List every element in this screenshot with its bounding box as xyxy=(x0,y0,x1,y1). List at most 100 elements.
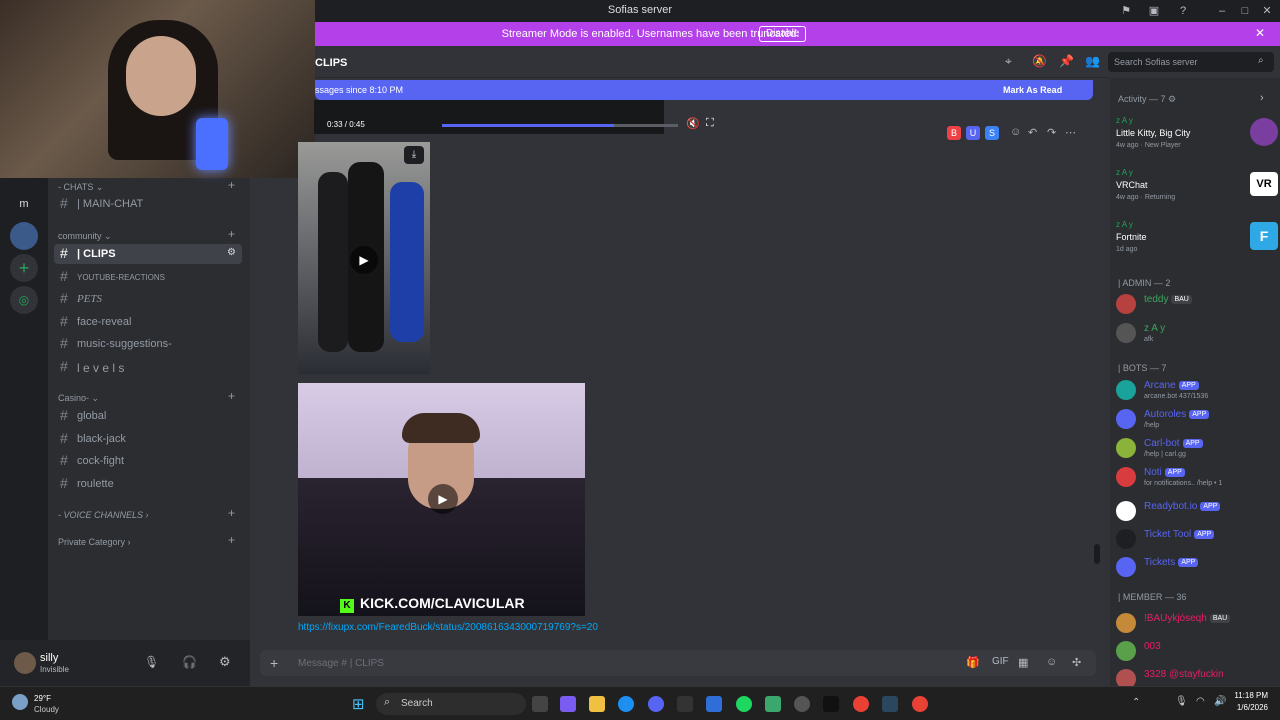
channel-roulette[interactable]: # roulette xyxy=(54,474,242,494)
tiktok-icon[interactable] xyxy=(823,696,839,712)
message-composer[interactable]: + Message # | CLIPS 🎁 GIF ▦ ☺ ✣ xyxy=(260,650,1096,676)
fullscreen-icon[interactable]: ⛶ xyxy=(706,117,714,130)
member-item[interactable]: 003 xyxy=(1114,639,1280,667)
channel-black-jack[interactable]: # black-jack xyxy=(54,429,242,449)
category-private[interactable]: Private Category › xyxy=(58,537,131,547)
video-thumbnail[interactable]: ▶ K KICK.COM/CLAVICULAR xyxy=(298,383,585,616)
channel-global[interactable]: # global xyxy=(54,406,242,426)
store-icon[interactable] xyxy=(677,696,693,712)
spotify-icon[interactable] xyxy=(736,696,752,712)
reply-icon[interactable]: ↶ xyxy=(1028,126,1037,139)
apps-icon[interactable]: ✣ xyxy=(1072,656,1081,669)
copilot-icon[interactable] xyxy=(560,696,576,712)
volume-icon[interactable]: 🔇 xyxy=(686,117,700,130)
forward-icon[interactable]: ↷ xyxy=(1047,126,1056,139)
category-chats[interactable]: - CHATS ⌄ xyxy=(58,182,103,193)
add-reaction-icon[interactable]: ☺ xyxy=(1010,126,1021,138)
channel-cock-fight[interactable]: # cock-fight xyxy=(54,451,242,471)
channel-clips[interactable]: # | CLIPS ⚙ xyxy=(54,244,242,264)
video-player-top[interactable]: 0:33 / 0:45 🔇 ⛶ xyxy=(314,100,714,134)
channel-main-chat[interactable]: # | MAIN-CHAT xyxy=(54,194,242,214)
file-explorer-icon[interactable] xyxy=(589,696,605,712)
reaction-b[interactable]: B xyxy=(947,126,961,140)
disable-button[interactable]: Disable xyxy=(759,26,807,42)
member-item[interactable]: Ticket Tool APP xyxy=(1114,527,1280,555)
help-icon[interactable]: ? xyxy=(1175,3,1191,19)
gift-icon[interactable]: 🎁 xyxy=(966,656,980,669)
add-channel-icon[interactable]: + xyxy=(228,533,235,547)
emoji-icon[interactable]: ☺ xyxy=(1046,656,1057,668)
server-avatar[interactable] xyxy=(10,222,38,250)
activity-item[interactable]: z A y VRChat 4w ago · Returning VR xyxy=(1114,168,1280,201)
edge-icon[interactable] xyxy=(618,696,634,712)
microphone-icon[interactable]: 🎙 xyxy=(144,655,159,669)
reaction-u[interactable]: U xyxy=(966,126,980,140)
chrome-icon[interactable] xyxy=(853,696,869,712)
minimize-icon[interactable]: – xyxy=(1214,3,1230,19)
wifi-icon[interactable]: ◠ xyxy=(1196,696,1205,707)
category-casino[interactable]: Casino- ⌄ xyxy=(58,393,99,404)
play-icon[interactable]: ▶ xyxy=(350,246,378,274)
discord-icon[interactable] xyxy=(648,696,664,712)
app-icon[interactable] xyxy=(765,696,781,712)
sticker-icon[interactable]: ▦ xyxy=(1018,656,1028,669)
reaction-s[interactable]: S xyxy=(985,126,999,140)
member-list-icon[interactable]: 👥 xyxy=(1085,54,1100,68)
member-item[interactable]: Noti APP for notifications.. /help • 1 xyxy=(1114,465,1280,493)
channel-face-reveal[interactable]: # face-reveal xyxy=(54,312,242,332)
mark-as-read-button[interactable]: Mark As Read xyxy=(1003,85,1062,95)
category-voice-channels[interactable]: - VOICE CHANNELS › xyxy=(58,510,149,520)
video-progress[interactable] xyxy=(442,124,678,127)
new-messages-bar[interactable]: ssages since 8:10 PM Mark As Read xyxy=(315,80,1093,100)
channel-music-suggestions[interactable]: # music-suggestions- xyxy=(54,334,242,354)
member-item[interactable]: Autoroles APP/help xyxy=(1114,407,1280,435)
video-thumbnail[interactable]: ▶ ⤓ xyxy=(298,142,430,374)
category-community[interactable]: community ⌄ xyxy=(58,231,112,242)
activity-item[interactable]: z A y Little Kitty, Big City 4w ago · Ne… xyxy=(1114,116,1280,149)
channel-levels[interactable]: # l e v e l s xyxy=(54,357,242,377)
member-item[interactable]: Readybot.io APP xyxy=(1114,499,1280,527)
pin-icon[interactable]: 📌 xyxy=(1059,54,1074,68)
add-channel-icon[interactable]: + xyxy=(228,506,235,520)
settings-icon[interactable] xyxy=(794,696,810,712)
add-channel-icon[interactable]: + xyxy=(228,227,235,241)
play-icon[interactable]: ▶ xyxy=(428,484,458,514)
add-server-icon[interactable]: + xyxy=(10,254,38,282)
member-item[interactable]: teddy BAU xyxy=(1114,292,1280,320)
windows-start-icon[interactable]: ⊞ xyxy=(352,695,365,713)
close-window-icon[interactable]: ✕ xyxy=(1259,3,1275,19)
weather-icon[interactable] xyxy=(12,694,28,710)
add-channel-icon[interactable]: + xyxy=(228,178,235,192)
member-item[interactable]: Tickets APP xyxy=(1114,555,1280,583)
explore-icon[interactable]: ◎ xyxy=(10,286,38,314)
banner-close-icon[interactable]: ✕ xyxy=(1255,26,1265,40)
task-view-icon[interactable] xyxy=(532,696,548,712)
notifications-icon[interactable]: 🔕 xyxy=(1032,54,1047,68)
channel-pets[interactable]: # PETS xyxy=(54,289,242,309)
activity-item[interactable]: z A y Fortnite 1d ago F xyxy=(1114,220,1280,253)
member-item[interactable]: 3328 @stayfuckin xyxy=(1114,667,1280,686)
member-item[interactable]: !BAUykjóseqh BAU xyxy=(1114,611,1280,639)
headphones-icon[interactable]: 🎧 xyxy=(182,655,197,669)
channel-youtube-reactions[interactable]: # YOUTUBE-REACTIONS xyxy=(54,267,242,287)
member-item[interactable]: z A y afk xyxy=(1114,321,1280,349)
user-settings-icon[interactable]: ⚙ xyxy=(219,654,231,670)
member-item[interactable]: Arcane APP arcane.bot 437/1536 xyxy=(1114,378,1280,406)
download-icon[interactable]: ⤓ xyxy=(404,146,424,164)
member-item[interactable]: Carl-bot APP/help | carl.gg xyxy=(1114,436,1280,464)
volume-icon[interactable]: 🔊 xyxy=(1214,696,1226,707)
screen-icon[interactable]: ▣ xyxy=(1146,3,1162,19)
gif-icon[interactable]: GIF xyxy=(992,656,1009,667)
steam-icon[interactable] xyxy=(882,696,898,712)
taskbar-search[interactable]: ⌕ Search xyxy=(376,693,526,715)
avatar[interactable] xyxy=(14,652,36,674)
message-link[interactable]: https://fixupx.com/FearedBuck/status/200… xyxy=(298,622,598,633)
microphone-icon[interactable]: 🎙 xyxy=(1175,696,1188,707)
server-m[interactable]: m xyxy=(10,190,38,218)
settings-icon[interactable]: ⚙ xyxy=(227,247,236,258)
maximize-icon[interactable]: □ xyxy=(1237,3,1253,19)
threads-icon[interactable]: ⌖ xyxy=(1005,54,1012,69)
more-icon[interactable]: ⋯ xyxy=(1065,126,1076,139)
tray-chevron-icon[interactable]: ⌃ xyxy=(1132,697,1140,708)
activity-header[interactable]: Activity — 7 ⚙ xyxy=(1118,94,1176,105)
